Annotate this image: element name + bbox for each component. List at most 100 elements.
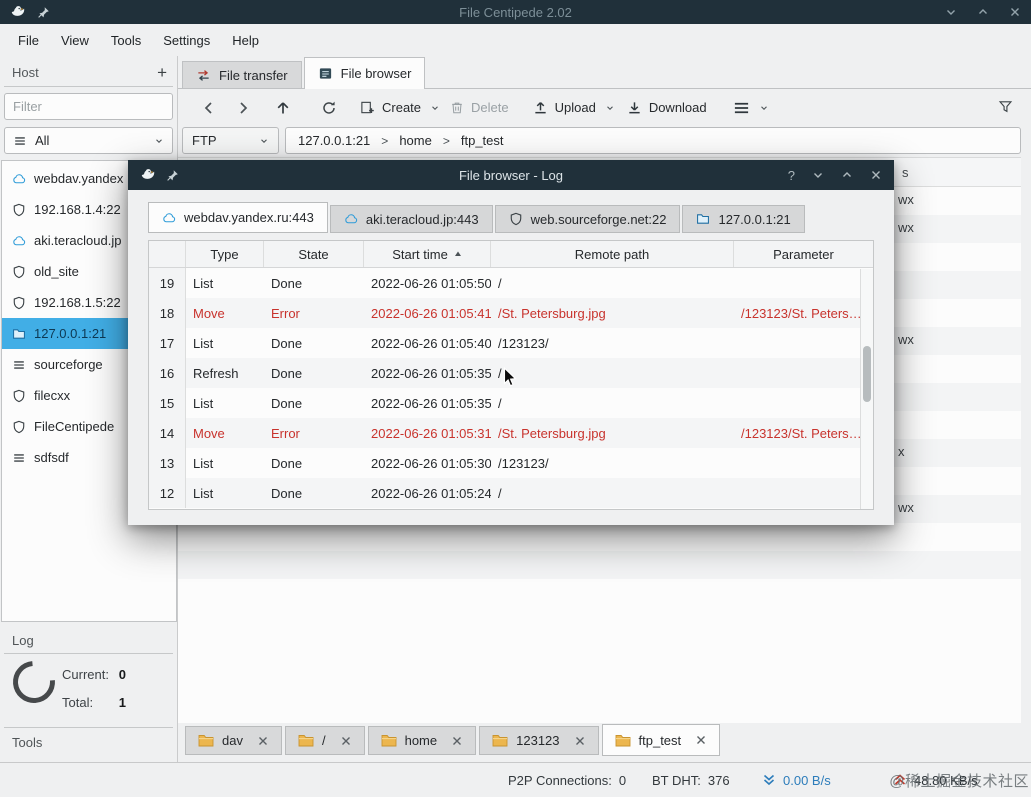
breadcrumb-item[interactable]: 127.0.0.1:21: [298, 133, 370, 148]
pin-icon[interactable]: [166, 169, 179, 182]
host-label: sourceforge: [34, 357, 103, 372]
cloud-icon: [12, 172, 26, 186]
menu-item[interactable]: Settings: [153, 28, 220, 53]
create-label: Create: [382, 100, 422, 115]
host-filter-dropdown[interactable]: All: [4, 127, 173, 154]
transfer-icon: [196, 68, 211, 83]
row-number: 13: [149, 448, 186, 478]
row-number: 12: [149, 478, 186, 508]
column-header-index[interactable]: [149, 241, 186, 267]
download-icon: [627, 100, 642, 115]
download-button[interactable]: Download: [627, 100, 707, 115]
browser-toolbar: Create Delete Upload Download: [178, 89, 1031, 126]
close-tab-icon[interactable]: [257, 735, 269, 747]
session-tab[interactable]: home: [367, 726, 477, 755]
dialog-tab[interactable]: 127.0.0.1:21: [682, 205, 805, 233]
session-tab[interactable]: 123123: [479, 726, 599, 755]
bt-dht-value: 376: [707, 772, 730, 788]
main-tab[interactable]: File transfer: [182, 61, 302, 88]
host-label: webdav.yandex: [34, 171, 124, 186]
scrollbar[interactable]: [860, 269, 873, 509]
shield-icon: [12, 420, 26, 434]
up-button[interactable]: [266, 100, 300, 116]
window-titlebar[interactable]: File Centipede 2.02: [0, 0, 1031, 24]
log-table-row[interactable]: 14 Move Error 2022-06-26 01:05:31 /St. P…: [149, 418, 873, 448]
menu-item[interactable]: Tools: [101, 28, 151, 53]
session-tab[interactable]: /: [284, 726, 365, 755]
more-menu-button[interactable]: [733, 101, 769, 115]
back-button[interactable]: [192, 100, 226, 116]
progress-spinner: [4, 652, 64, 712]
folder-icon: [381, 733, 397, 748]
cell-state: Done: [271, 485, 303, 501]
cell-start-time: 2022-06-26 01:05:41: [371, 305, 491, 321]
cell-start-time: 2022-06-26 01:05:31: [371, 425, 491, 441]
log-table-row[interactable]: 15 List Done 2022-06-26 01:05:35 /: [149, 388, 873, 418]
create-button[interactable]: Create: [360, 100, 440, 115]
close-tab-icon[interactable]: [451, 735, 463, 747]
permissions-fragment: wx: [898, 332, 914, 347]
window-close-button[interactable]: [1009, 6, 1021, 18]
column-header-start-time[interactable]: Start time: [364, 241, 491, 267]
log-section-label: Log: [12, 633, 34, 648]
window-title: File Centipede 2.02: [459, 4, 572, 20]
column-header-type[interactable]: Type: [186, 241, 264, 267]
main-tab[interactable]: File browser: [303, 57, 426, 89]
log-table-row[interactable]: 18 Move Error 2022-06-26 01:05:41 /St. P…: [149, 298, 873, 328]
watermark: @稀土掘金技术社区: [889, 773, 1029, 790]
close-tab-icon[interactable]: [574, 735, 586, 747]
close-tab-icon[interactable]: [695, 734, 707, 746]
total-label: Total:: [62, 695, 94, 710]
chevron-down-icon: [605, 103, 615, 113]
session-tab[interactable]: dav: [185, 726, 282, 755]
host-filter-input[interactable]: [4, 93, 173, 120]
dialog-tab[interactable]: web.sourceforge.net:22: [494, 205, 681, 233]
log-table-row[interactable]: 17 List Done 2022-06-26 01:05:40 /123123…: [149, 328, 873, 358]
add-host-button[interactable]: +: [157, 64, 167, 81]
column-header-state[interactable]: State: [264, 241, 364, 267]
upload-button[interactable]: Upload: [533, 100, 615, 115]
protocol-dropdown[interactable]: FTP: [182, 127, 279, 154]
menu-item[interactable]: Help: [222, 28, 269, 53]
column-header-remote-path[interactable]: Remote path: [491, 241, 734, 267]
menu-item[interactable]: View: [51, 28, 99, 53]
cloud-icon: [344, 212, 358, 226]
breadcrumb-item[interactable]: ftp_test: [432, 133, 504, 148]
roll-up-button[interactable]: [841, 169, 853, 181]
window-shade-button[interactable]: [945, 6, 957, 18]
log-table-header[interactable]: Type State Start time Remote path Parame…: [149, 241, 873, 268]
host-label: 127.0.0.1:21: [34, 326, 107, 341]
dialog-tab[interactable]: aki.teracloud.jp:443: [329, 205, 493, 233]
scrollbar-thumb[interactable]: [863, 346, 871, 402]
delete-button[interactable]: Delete: [450, 100, 509, 115]
log-table-row[interactable]: 19 List Done 2022-06-26 01:05:50 /: [149, 268, 873, 298]
window-maximize-button[interactable]: [977, 6, 989, 18]
cell-parameter: /123123/St. Peters…: [741, 305, 862, 321]
forward-button[interactable]: [226, 100, 260, 116]
cell-state: Done: [271, 365, 303, 381]
filter-button[interactable]: [998, 99, 1013, 117]
folder-icon: [12, 327, 26, 341]
mouse-cursor: [503, 367, 518, 388]
session-tab-label: /: [321, 733, 326, 748]
breadcrumb-item[interactable]: home: [370, 133, 432, 148]
help-button[interactable]: ?: [788, 168, 795, 183]
cell-remote-path: /St. Petersburg.jpg: [498, 425, 606, 441]
roll-down-button[interactable]: [812, 169, 824, 181]
session-tab[interactable]: ftp_test: [601, 724, 721, 756]
dialog-tab[interactable]: webdav.yandex.ru:443: [148, 202, 328, 233]
cell-parameter: [734, 478, 873, 508]
pin-icon[interactable]: [37, 6, 50, 19]
menu-item[interactable]: File: [8, 28, 49, 53]
close-tab-icon[interactable]: [340, 735, 352, 747]
cell-type: List: [193, 455, 214, 471]
main-tabbar: File transfer File browser: [178, 56, 1031, 89]
column-header-parameter[interactable]: Parameter: [734, 241, 873, 267]
refresh-button[interactable]: [312, 100, 346, 116]
row-number: 16: [149, 358, 186, 388]
log-table-row[interactable]: 13 List Done 2022-06-26 01:05:30 /123123…: [149, 448, 873, 478]
log-table-row[interactable]: 12 List Done 2022-06-26 01:05:24 /: [149, 478, 873, 508]
folder-icon: [615, 733, 631, 748]
dialog-close-button[interactable]: [870, 169, 882, 181]
dialog-titlebar[interactable]: File browser - Log ?: [128, 160, 894, 190]
